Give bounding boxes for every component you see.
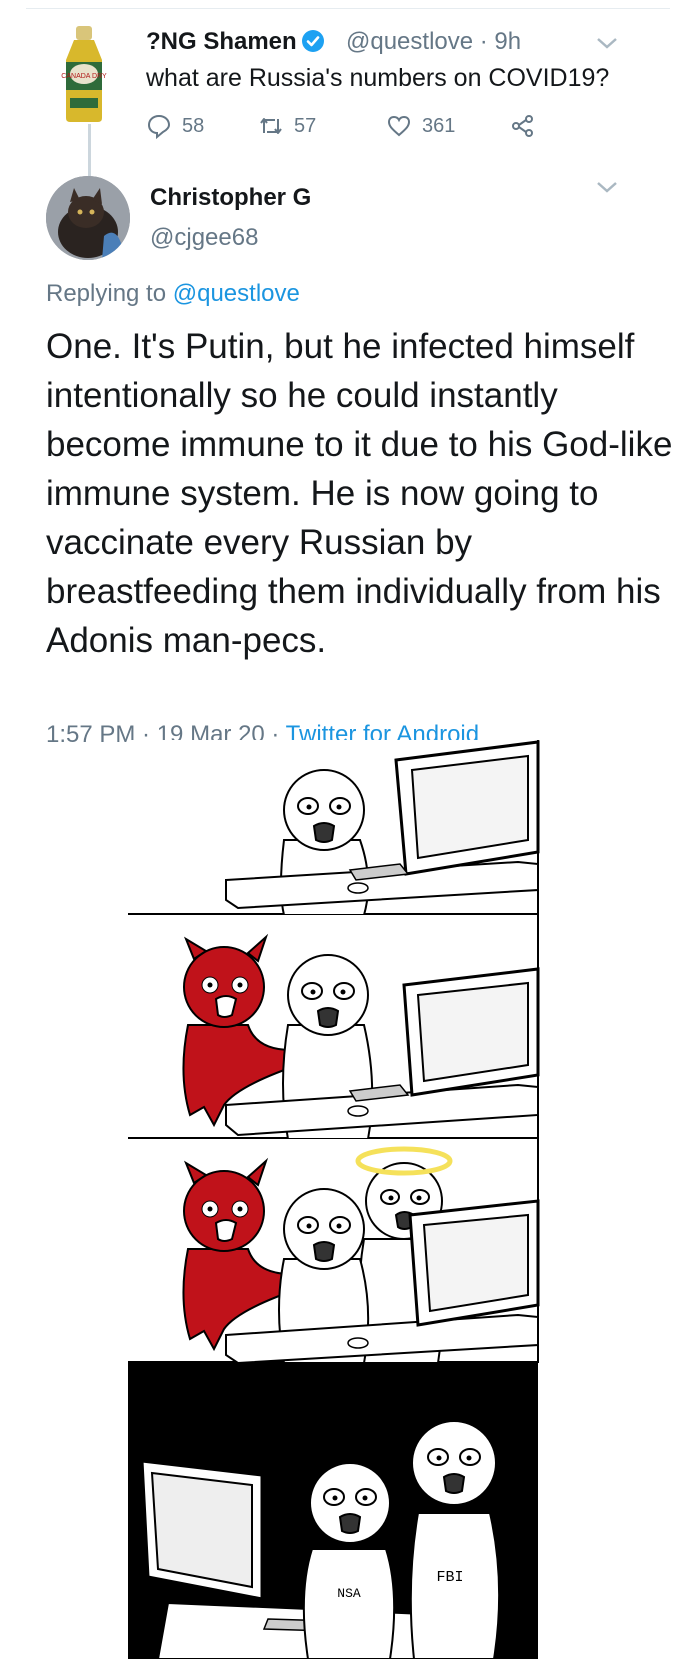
reply-chevron-down-icon[interactable] bbox=[596, 180, 618, 194]
avatar-bottle-label: CANADA DRY bbox=[61, 73, 107, 80]
nsa-shirt-label: NSA bbox=[337, 1586, 361, 1601]
like-action[interactable]: 361 bbox=[386, 113, 455, 139]
comic-panel-3 bbox=[128, 1139, 562, 1363]
reply-display-name[interactable]: Christopher G bbox=[150, 184, 311, 212]
nsa-agent-figure: NSA bbox=[302, 1462, 396, 1659]
fbi-agent-figure: FBI bbox=[409, 1420, 501, 1659]
comic-panel-1 bbox=[128, 740, 562, 915]
reply-avatar[interactable] bbox=[46, 176, 130, 260]
reply-action[interactable]: 58 bbox=[146, 113, 204, 139]
top-divider bbox=[26, 8, 670, 9]
share-icon bbox=[512, 115, 533, 137]
reply-icon bbox=[147, 114, 171, 139]
replying-to-line: Replying to @questlove bbox=[46, 280, 300, 308]
retweet-action[interactable]: 57 bbox=[258, 113, 316, 139]
parent-avatar[interactable]: CANADA DRY bbox=[58, 26, 110, 122]
parent-name-text: ?NG Shamen bbox=[146, 28, 297, 55]
like-count: 361 bbox=[422, 114, 456, 137]
comic-panel-4: NSA FBI bbox=[128, 1363, 562, 1659]
reply-tweet-text: One. It's Putin, but he infected himself… bbox=[46, 327, 673, 660]
verified-badge-icon bbox=[301, 29, 325, 53]
replying-prefix: Replying to bbox=[46, 280, 167, 307]
comic-image[interactable]: NSA FBI bbox=[128, 740, 562, 1659]
retweet-count: 57 bbox=[294, 114, 317, 137]
parent-chevron-down-icon[interactable] bbox=[596, 36, 618, 50]
share-action[interactable] bbox=[510, 113, 536, 139]
replying-to-link[interactable]: @questlove bbox=[173, 280, 300, 307]
retweet-icon bbox=[260, 118, 282, 134]
thread-connector bbox=[88, 124, 91, 176]
parent-tweet-text: what are Russia's numbers on COVID19? bbox=[146, 64, 610, 92]
heart-icon bbox=[387, 115, 411, 137]
fbi-shirt-label: FBI bbox=[436, 1569, 463, 1586]
reply-count: 58 bbox=[182, 114, 205, 137]
comic-panel-2 bbox=[128, 915, 562, 1139]
reply-handle[interactable]: @cjgee68 bbox=[150, 224, 258, 252]
parent-display-name[interactable]: ?NG Shamen bbox=[146, 28, 325, 56]
parent-action-bar: 58 57 361 bbox=[146, 113, 586, 139]
parent-handle-time[interactable]: @questlove · 9h bbox=[346, 28, 521, 56]
